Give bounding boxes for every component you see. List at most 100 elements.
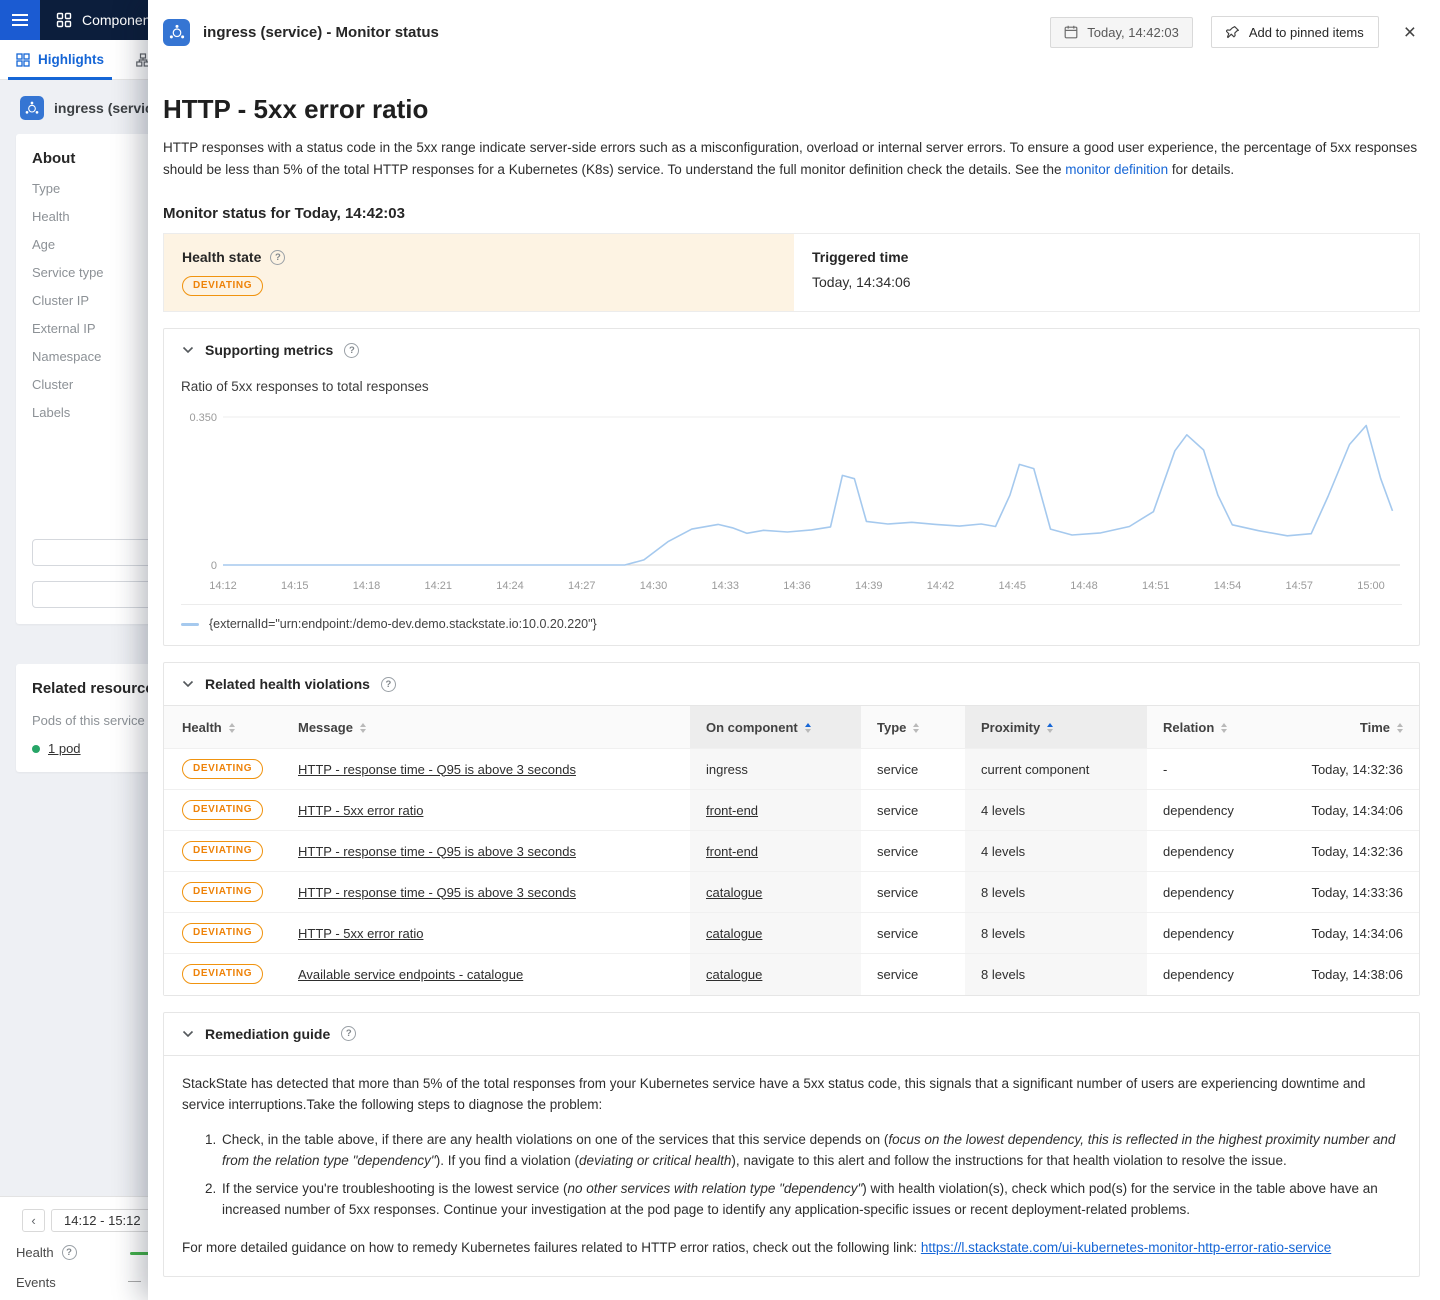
svg-text:14:36: 14:36	[783, 580, 811, 592]
column-header-message[interactable]: Message	[282, 706, 690, 749]
violation-message-link[interactable]: Available service endpoints - catalogue	[298, 967, 523, 982]
monitor-description: HTTP responses with a status code in the…	[163, 137, 1420, 181]
pin-icon	[1226, 25, 1240, 39]
svg-text:14:42: 14:42	[927, 580, 955, 592]
monitor-status-modal: ingress (service) - Monitor status Today…	[148, 0, 1440, 1300]
component-link[interactable]: catalogue	[706, 885, 762, 900]
violation-proximity: 4 levels	[965, 790, 1147, 831]
violation-message-link[interactable]: HTTP - response time - Q95 is above 3 se…	[298, 762, 576, 777]
remediation-header[interactable]: Remediation guide ?	[164, 1013, 1419, 1056]
health-badge: DEVIATING	[182, 841, 263, 861]
violations-table: HealthMessageOn componentTypeProximityRe…	[164, 705, 1419, 995]
add-to-pinned-label: Add to pinned items	[1249, 25, 1364, 40]
hamburger-menu-button[interactable]	[0, 0, 40, 40]
supporting-metrics-header[interactable]: Supporting metrics ?	[164, 329, 1419, 371]
sort-carets-icon	[1221, 723, 1227, 733]
related-health-violations-section: Related health violations ? HealthMessag…	[163, 662, 1420, 996]
violation-proximity: 8 levels	[965, 954, 1147, 995]
remediation-body: StackState has detected that more than 5…	[164, 1056, 1419, 1276]
violation-message-link[interactable]: HTTP - 5xx error ratio	[298, 803, 423, 818]
violation-proximity: 4 levels	[965, 831, 1147, 872]
component-link[interactable]: front-end	[706, 803, 758, 818]
remediation-guide-section: Remediation guide ? StackState has detec…	[163, 1012, 1420, 1277]
remediation-step: If the service you're troubleshooting is…	[220, 1178, 1401, 1221]
violations-header[interactable]: Related health violations ?	[164, 663, 1419, 705]
svg-text:14:27: 14:27	[568, 580, 596, 592]
pod-link[interactable]: 1 pod	[48, 741, 81, 756]
line-chart: 0.350014:1214:1514:1814:2114:2414:2714:3…	[181, 408, 1400, 598]
chevron-down-icon	[182, 680, 194, 688]
column-header-on-component[interactable]: On component	[690, 706, 861, 749]
timeline-events-empty: —	[128, 1273, 141, 1288]
tab-highlights[interactable]: Highlights	[0, 40, 120, 80]
service-icon	[20, 96, 44, 120]
help-icon[interactable]: ?	[381, 677, 396, 692]
add-to-pinned-button[interactable]: Add to pinned items	[1211, 16, 1379, 48]
column-header-type[interactable]: Type	[861, 706, 965, 749]
column-header-time[interactable]: Time	[1280, 706, 1419, 749]
svg-text:0.350: 0.350	[189, 412, 217, 424]
sort-carets-icon	[805, 723, 811, 733]
violations-title: Related health violations	[205, 676, 370, 692]
legend-label: {externalId="urn:endpoint:/demo-dev.demo…	[209, 617, 597, 631]
help-icon[interactable]: ?	[341, 1026, 356, 1041]
sort-carets-icon	[229, 723, 235, 733]
tab-highlights-label: Highlights	[38, 52, 104, 67]
violation-row: DEVIATING HTTP - 5xx error ratio catalogue…	[164, 913, 1419, 954]
svg-text:0: 0	[211, 560, 217, 572]
monitor-definition-link[interactable]: monitor definition	[1065, 162, 1168, 177]
violations-body: DEVIATING HTTP - response time - Q95 is a…	[164, 749, 1419, 995]
component-link[interactable]: catalogue	[706, 926, 762, 941]
svg-text:14:39: 14:39	[855, 580, 883, 592]
column-header-relation[interactable]: Relation	[1147, 706, 1280, 749]
monitor-title: HTTP - 5xx error ratio	[163, 94, 1420, 125]
component-name: ingress	[706, 762, 748, 777]
modal-title: ingress (service) - Monitor status	[203, 24, 439, 41]
remediation-steps: Check, in the table above, if there are …	[182, 1129, 1401, 1221]
health-state-badge: DEVIATING	[182, 276, 263, 296]
close-icon[interactable]: ×	[1400, 20, 1420, 45]
violation-relation: -	[1147, 749, 1280, 790]
legend-swatch	[181, 623, 199, 626]
health-badge: DEVIATING	[182, 882, 263, 902]
violation-message-link[interactable]: HTTP - response time - Q95 is above 3 se…	[298, 885, 576, 900]
calendar-icon	[1064, 25, 1078, 39]
help-icon[interactable]: ?	[344, 343, 359, 358]
remediation-footer-text: For more detailed guidance on how to rem…	[182, 1240, 921, 1255]
column-header-proximity[interactable]: Proximity	[965, 706, 1147, 749]
violation-type: service	[861, 954, 965, 995]
sort-carets-icon	[1047, 723, 1053, 733]
svg-text:14:24: 14:24	[496, 580, 524, 592]
violation-message-link[interactable]: HTTP - response time - Q95 is above 3 se…	[298, 844, 576, 859]
component-link[interactable]: catalogue	[706, 967, 762, 982]
column-header-health[interactable]: Health	[164, 706, 282, 749]
svg-text:14:18: 14:18	[353, 580, 381, 592]
timeline-events-label: Events	[16, 1275, 56, 1290]
help-icon[interactable]: ?	[62, 1245, 77, 1260]
description-text-after: for details.	[1168, 162, 1234, 177]
nav-item-components[interactable]: Components	[56, 12, 161, 28]
health-status-dot	[32, 745, 40, 753]
chart-legend: {externalId="urn:endpoint:/demo-dev.demo…	[181, 604, 1402, 645]
timeline-range-selector[interactable]: 14:12 - 15:12	[51, 1209, 154, 1232]
sort-carets-icon	[360, 723, 366, 733]
help-icon[interactable]: ?	[270, 250, 285, 265]
violation-message-link[interactable]: HTTP - 5xx error ratio	[298, 926, 423, 941]
svg-text:14:48: 14:48	[1070, 580, 1098, 592]
status-heading: Monitor status for Today, 14:42:03	[163, 205, 1420, 222]
violation-row: DEVIATINGAvailable service endpoints - c…	[164, 954, 1419, 995]
violation-type: service	[861, 790, 965, 831]
violation-row: DEVIATING HTTP - response time - Q95 is a…	[164, 831, 1419, 872]
triggered-time-label: Triggered time	[812, 249, 1401, 265]
time-selector-button[interactable]: Today, 14:42:03	[1050, 17, 1193, 48]
timeline-prev-button[interactable]: ‹	[22, 1209, 45, 1232]
svg-text:14:45: 14:45	[998, 580, 1026, 592]
violation-relation: dependency	[1147, 954, 1280, 995]
component-link[interactable]: front-end	[706, 844, 758, 859]
health-badge: DEVIATING	[182, 923, 263, 943]
svg-text:14:15: 14:15	[281, 580, 309, 592]
timeline-health-row: Health ?	[16, 1245, 77, 1260]
remediation-footer-link[interactable]: https://l.stackstate.com/ui-kubernetes-m…	[921, 1240, 1331, 1255]
violations-header-row: HealthMessageOn componentTypeProximityRe…	[164, 706, 1419, 749]
violation-relation: dependency	[1147, 831, 1280, 872]
